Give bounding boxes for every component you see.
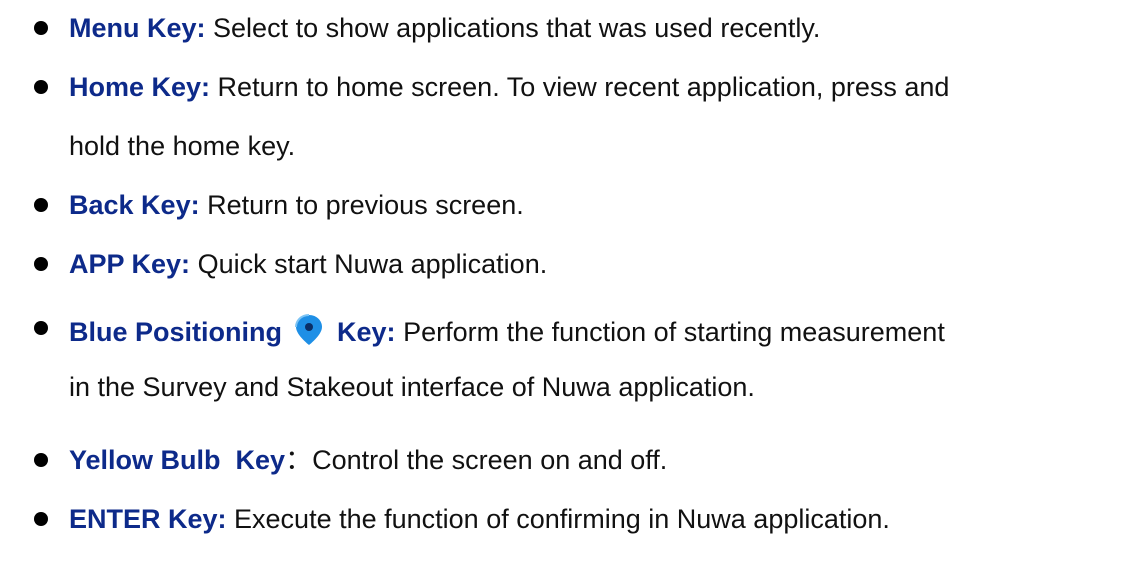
bullet-icon: [34, 198, 48, 212]
item-text: Control the screen on and off.: [312, 445, 668, 475]
bullet-icon: [34, 321, 48, 335]
item-text-continued: hold the home key.: [69, 131, 296, 161]
bullet-icon: [34, 512, 48, 526]
item-label: Back Key:: [69, 190, 200, 220]
item-text: Return to previous screen.: [199, 190, 524, 220]
item-separator: ：: [285, 445, 313, 475]
item-label-key: Key:: [337, 317, 396, 347]
item-label: APP Key:: [69, 249, 191, 279]
bullet-icon: [34, 257, 48, 271]
item-text: Perform the function of starting measure…: [395, 317, 945, 347]
item-text: Return to home screen. To view recent ap…: [210, 72, 950, 102]
item-label: Yellow Bulb: [69, 445, 221, 475]
bullet-icon: [34, 80, 48, 94]
item-label-key: Key: [235, 445, 286, 475]
item-label: ENTER Key:: [69, 504, 227, 534]
location-pin-icon: [294, 313, 324, 347]
item-text: Execute the function of confirming in Nu…: [226, 504, 890, 534]
item-text: Quick start Nuwa application.: [190, 249, 548, 279]
item-label: Home Key:: [69, 72, 211, 102]
bullet-icon: [34, 453, 48, 467]
item-label: Menu Key:: [69, 13, 206, 43]
item-text: Select to show applications that was use…: [205, 13, 821, 43]
bullet-icon: [34, 21, 48, 35]
item-label: Blue Positioning: [69, 317, 282, 347]
item-text-continued: in the Survey and Stakeout interface of …: [69, 372, 755, 402]
